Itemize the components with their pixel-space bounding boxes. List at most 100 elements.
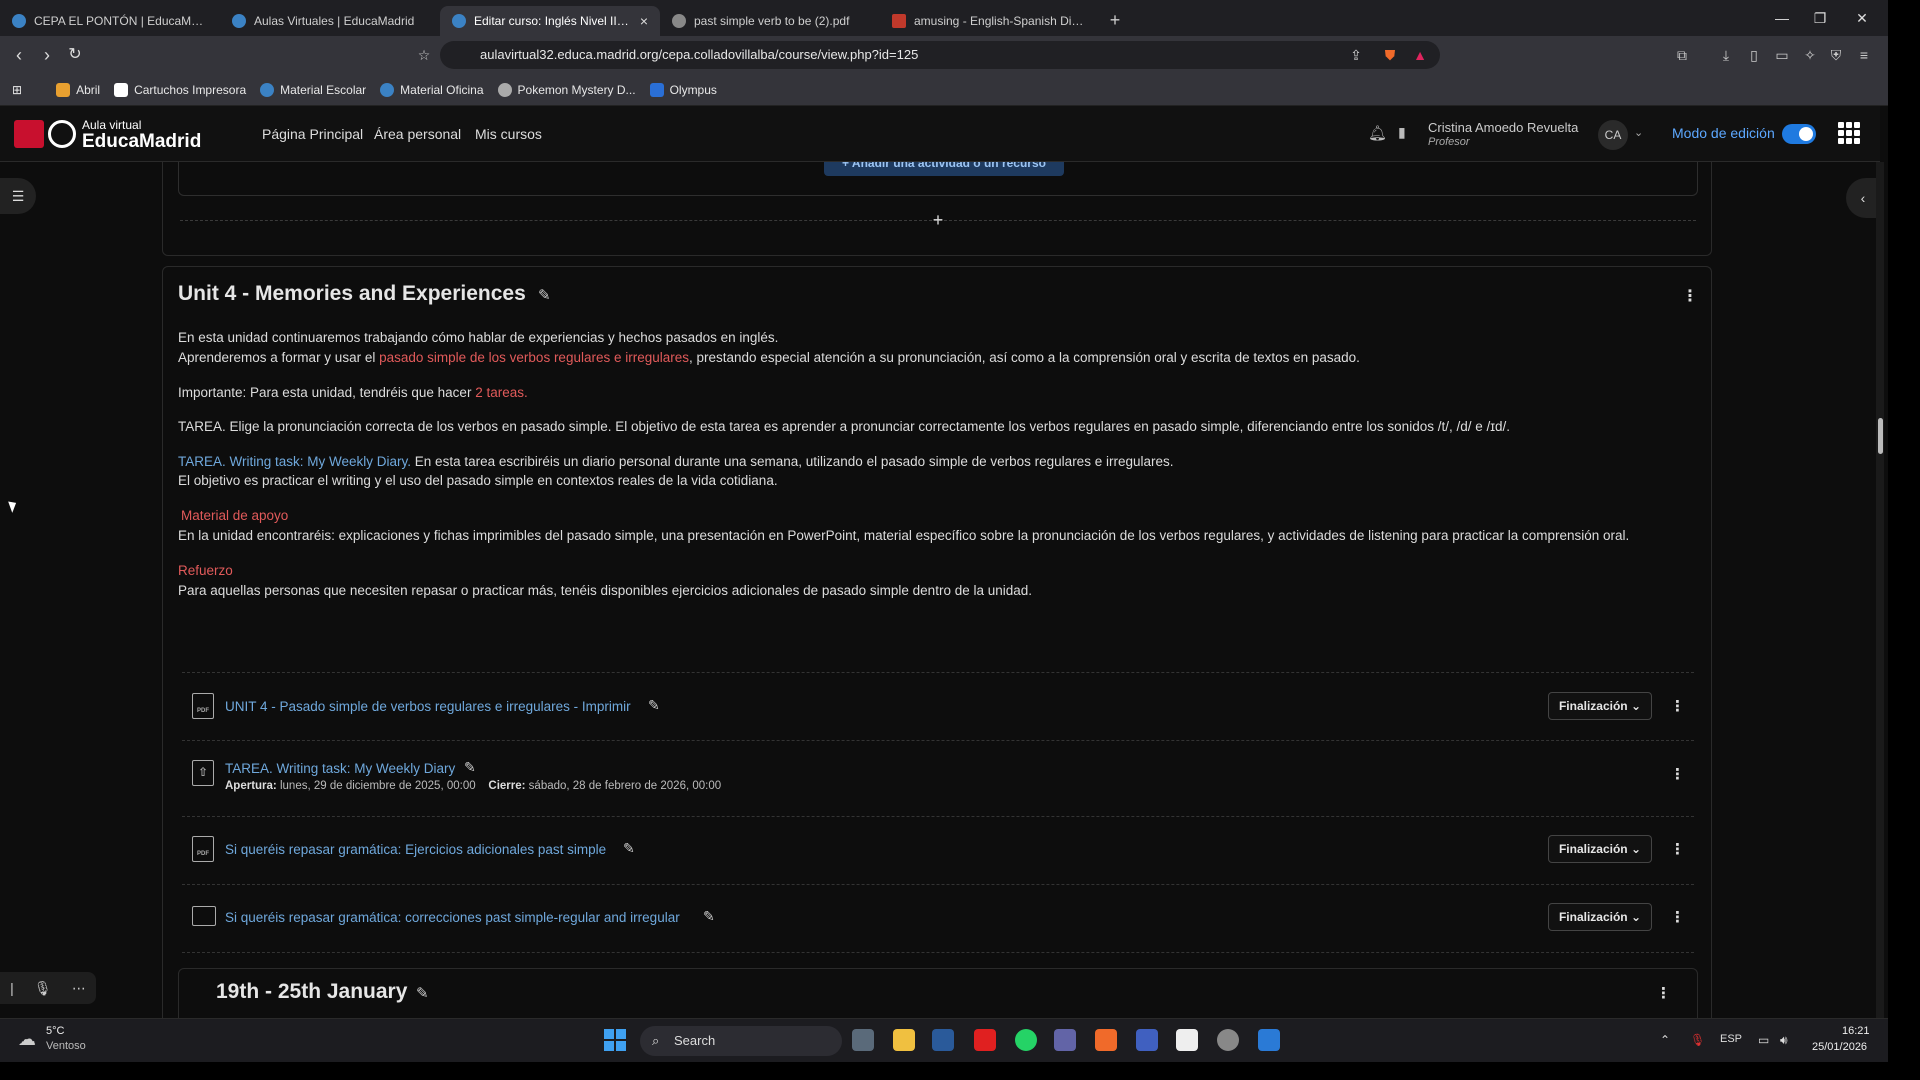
microphone-icon[interactable]: 🎙︎ bbox=[1690, 1033, 1705, 1047]
file-explorer-icon[interactable] bbox=[893, 1029, 915, 1051]
language-indicator[interactable]: ESP bbox=[1720, 1033, 1742, 1045]
notepad-icon[interactable] bbox=[1176, 1029, 1198, 1051]
network-icon[interactable]: ▭ bbox=[1758, 1033, 1769, 1047]
pdf-file-icon: PDF bbox=[192, 693, 214, 719]
share-icon[interactable]: ⇪ bbox=[1346, 45, 1366, 65]
completion-dropdown[interactable]: Finalización ⌄ bbox=[1548, 903, 1652, 931]
edit-pencil-icon[interactable]: ✎ bbox=[464, 759, 476, 776]
app-icon[interactable] bbox=[1136, 1029, 1158, 1051]
course-index-toggle-icon[interactable]: ☰ bbox=[0, 178, 36, 214]
globe-icon bbox=[497, 82, 512, 97]
clock-date[interactable]: 25/01/2026 bbox=[1812, 1041, 1867, 1053]
section-menu-icon[interactable]: ⋮ bbox=[1682, 286, 1698, 306]
brave-shield-icon[interactable]: ⛊ bbox=[1380, 45, 1400, 65]
chevron-down-icon[interactable]: ⌄ bbox=[1634, 126, 1643, 139]
chevron-up-icon[interactable]: ⌃ bbox=[1660, 1033, 1670, 1047]
teams-icon[interactable] bbox=[1054, 1029, 1076, 1051]
completion-dropdown[interactable]: Finalización ⌄ bbox=[1548, 692, 1652, 720]
nav-area-personal[interactable]: Área personal bbox=[374, 126, 461, 142]
section-title: 19th - 25th January bbox=[216, 980, 408, 1003]
section-menu-icon[interactable]: ⋮ bbox=[1656, 984, 1671, 1002]
user-avatar[interactable]: CA bbox=[1598, 120, 1628, 150]
writing-task-link[interactable]: TAREA. Writing task: My Weekly Diary. bbox=[178, 454, 411, 469]
notifications-bell-icon[interactable]: 🔔︎ bbox=[1368, 124, 1387, 142]
task-view-icon[interactable] bbox=[852, 1029, 874, 1051]
scrollbar-thumb[interactable] bbox=[1878, 418, 1883, 454]
activity-divider bbox=[182, 952, 1694, 953]
edit-pencil-icon[interactable]: ✎ bbox=[648, 697, 660, 714]
menu-icon[interactable]: ≡ bbox=[1854, 45, 1874, 65]
bookmark-material-oficina[interactable]: Material Oficina bbox=[380, 82, 484, 97]
scrollbar[interactable] bbox=[1876, 162, 1884, 1020]
activity-link[interactable]: Si queréis repasar gramática: correccion… bbox=[225, 910, 680, 925]
sidebar-icon[interactable]: ▯ bbox=[1744, 45, 1764, 65]
tab-aulas-virtuales[interactable]: Aulas Virtuales | EducaMadrid bbox=[220, 6, 440, 36]
bookmark-abril[interactable]: Abril bbox=[56, 82, 100, 97]
activity-divider bbox=[182, 672, 1694, 673]
youtube-icon[interactable] bbox=[974, 1029, 996, 1051]
brave-rewards-icon[interactable]: ▲ bbox=[1410, 45, 1430, 65]
edit-mode-toggle[interactable] bbox=[1782, 124, 1816, 144]
activity-menu-icon[interactable]: ⋮ bbox=[1670, 908, 1685, 926]
add-section-icon[interactable]: + bbox=[928, 210, 948, 230]
apps-grid-icon[interactable] bbox=[1838, 122, 1860, 144]
edit-title-pencil-icon[interactable]: ✎ bbox=[538, 286, 551, 304]
user-role: Profesor bbox=[1428, 136, 1470, 148]
nav-pagina-principal[interactable]: Página Principal bbox=[262, 126, 363, 142]
reload-icon[interactable]: ↻ bbox=[64, 44, 86, 66]
chatgpt-icon[interactable] bbox=[1217, 1029, 1239, 1051]
tab-editar-curso[interactable]: Editar curso: Inglés Nivel II Dista × bbox=[440, 6, 660, 36]
volume-icon[interactable]: 🔊︎ bbox=[1780, 1033, 1788, 1048]
steam-icon[interactable] bbox=[932, 1029, 954, 1051]
bookmark-cartuchos[interactable]: Cartuchos Impresora bbox=[114, 82, 246, 97]
restore-button[interactable]: ❐ bbox=[1800, 0, 1840, 36]
weather-icon[interactable]: ☁ bbox=[18, 1029, 36, 1050]
cursor-bar-icon: | bbox=[10, 980, 14, 996]
activity-link[interactable]: UNIT 4 - Pasado simple de verbos regular… bbox=[225, 699, 631, 714]
close-window-button[interactable]: ✕ bbox=[1842, 0, 1882, 36]
download-icon[interactable]: ⤓ bbox=[1716, 45, 1736, 65]
messages-icon[interactable]: ▮ bbox=[1398, 124, 1406, 141]
activity-menu-icon[interactable]: ⋮ bbox=[1670, 840, 1685, 858]
weather-desc: Ventoso bbox=[46, 1040, 86, 1052]
wallet-icon[interactable]: ▭ bbox=[1772, 45, 1792, 65]
remote-desktop-icon[interactable] bbox=[1258, 1029, 1280, 1051]
activity-link[interactable]: Si queréis repasar gramática: Ejercicios… bbox=[225, 842, 606, 857]
microphone-icon[interactable]: 🎙︎ bbox=[34, 980, 52, 997]
bookmark-pokemon[interactable]: Pokemon Mystery D... bbox=[497, 82, 636, 97]
activity-divider bbox=[182, 884, 1694, 885]
activity-menu-icon[interactable]: ⋮ bbox=[1670, 697, 1685, 715]
vpn-icon[interactable]: ⛨ bbox=[1826, 45, 1846, 65]
new-tab-button[interactable]: + bbox=[1100, 10, 1130, 31]
taskbar-search[interactable]: ⌕ Search bbox=[640, 1026, 842, 1056]
back-icon[interactable]: ‹ bbox=[8, 44, 30, 66]
leo-ai-icon[interactable]: ✧ bbox=[1800, 45, 1820, 65]
forward-icon[interactable]: › bbox=[36, 44, 58, 66]
bookmark-icon[interactable]: ☆ bbox=[414, 45, 434, 65]
add-activity-button[interactable]: + Añadir una actividad o un recurso bbox=[824, 162, 1064, 176]
clock-time[interactable]: 16:21 bbox=[1842, 1025, 1870, 1037]
globe-icon bbox=[672, 14, 686, 28]
edit-title-pencil-icon[interactable]: ✎ bbox=[416, 984, 429, 1002]
apps-icon[interactable]: ⊞ bbox=[12, 83, 22, 97]
block-drawer-toggle-icon[interactable]: ‹ bbox=[1846, 178, 1880, 218]
completion-dropdown[interactable]: Finalización ⌄ bbox=[1548, 835, 1652, 863]
activity-menu-icon[interactable]: ⋮ bbox=[1670, 765, 1685, 783]
windows-start-icon[interactable] bbox=[604, 1029, 626, 1051]
whatsapp-icon[interactable] bbox=[1015, 1029, 1037, 1051]
screenshot-icon[interactable]: ⧉ bbox=[1672, 45, 1692, 65]
bookmark-material-escolar[interactable]: Material Escolar bbox=[260, 82, 366, 97]
tab-pdf[interactable]: past simple verb to be (2).pdf bbox=[660, 6, 880, 36]
edit-pencil-icon[interactable]: ✎ bbox=[623, 840, 635, 857]
brave-browser-icon[interactable] bbox=[1095, 1029, 1117, 1051]
tab-cepa[interactable]: CEPA EL PONTÓN | EducaMadrid bbox=[0, 6, 220, 36]
activity-link[interactable]: TAREA. Writing task: My Weekly Diary bbox=[225, 761, 455, 776]
address-bar[interactable]: aulavirtual32.educa.madrid.org/cepa.coll… bbox=[440, 41, 1440, 69]
more-icon[interactable]: ⋯ bbox=[72, 980, 86, 997]
tab-dictionary[interactable]: amusing - English-Spanish Dictionar bbox=[880, 6, 1100, 36]
minimize-button[interactable]: — bbox=[1762, 0, 1802, 36]
close-tab-icon[interactable]: × bbox=[640, 13, 648, 29]
nav-mis-cursos[interactable]: Mis cursos bbox=[475, 126, 542, 142]
edit-pencil-icon[interactable]: ✎ bbox=[703, 908, 715, 925]
bookmark-olympus[interactable]: Olympus bbox=[649, 82, 717, 97]
